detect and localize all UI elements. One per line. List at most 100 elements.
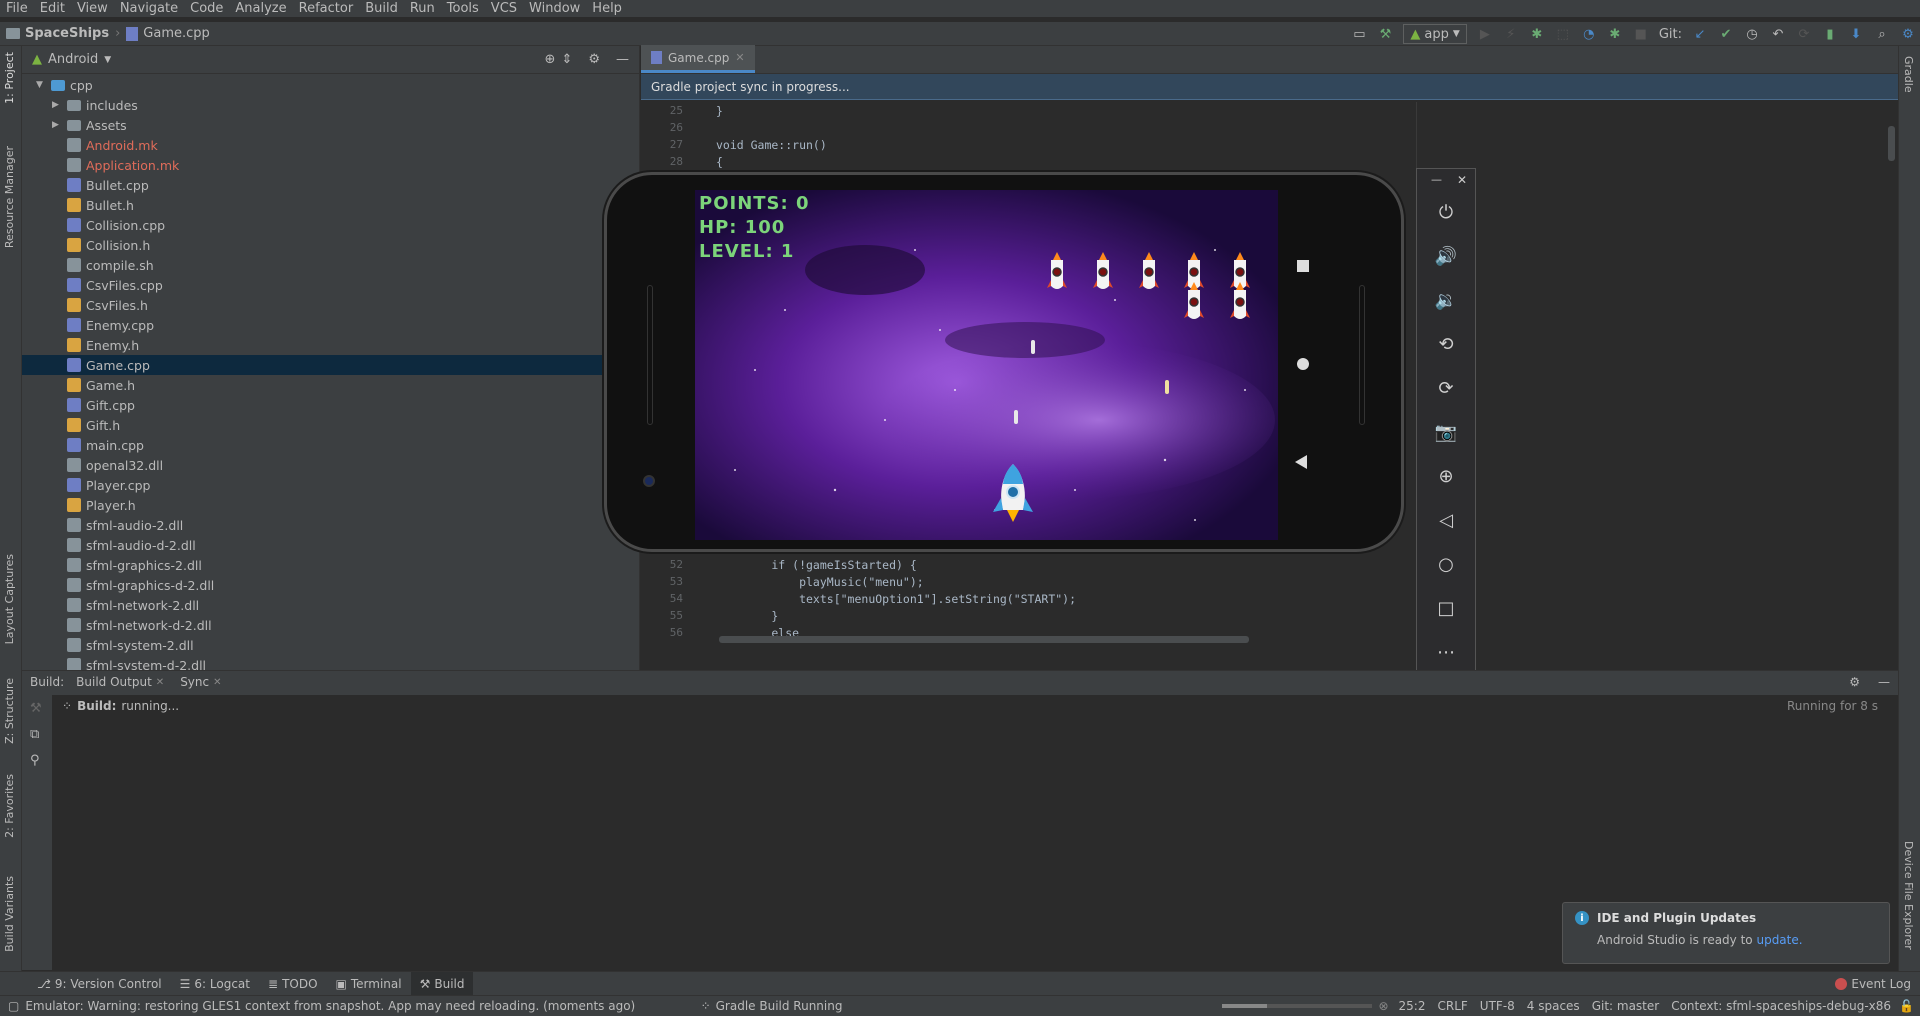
coverage-icon[interactable]: ✱ — [1607, 26, 1623, 42]
run-icon[interactable]: ▶ — [1477, 26, 1493, 42]
zoom-icon[interactable]: ⊕ — [1417, 461, 1475, 491]
bottom-tab-build[interactable]: ⚒ Build — [410, 971, 474, 996]
code-region-bottom[interactable]: 52 if (!gameIsStarted) {53 playMusic("me… — [641, 556, 1416, 668]
project-view-selector[interactable]: Android — [48, 52, 98, 67]
menu-edit[interactable]: Edit — [34, 0, 71, 17]
back-icon[interactable]: ◁ — [1417, 505, 1475, 535]
camera-icon[interactable]: 📷 — [1417, 417, 1475, 447]
tab-sync[interactable]: Sync ✕ — [176, 675, 225, 689]
tree-item[interactable]: ▼ cpp — [22, 75, 640, 95]
tree-item[interactable]: sfml-network-d-2.dll — [22, 615, 640, 635]
tab-layout-captures[interactable]: Layout Captures — [3, 554, 16, 644]
menu-help[interactable]: Help — [586, 0, 628, 17]
search-icon[interactable]: ⌕ — [1874, 26, 1890, 42]
locate-icon[interactable]: ⊕ — [545, 52, 556, 67]
tree-item[interactable]: Android.mk — [22, 135, 640, 155]
bottom-tab-todo[interactable]: ≣ TODO — [259, 972, 327, 996]
vertical-scrollbar[interactable] — [1888, 126, 1895, 161]
menu-analyze[interactable]: Analyze — [229, 0, 292, 17]
tree-item[interactable]: Application.mk — [22, 155, 640, 175]
tree-item[interactable]: Enemy.h — [22, 335, 640, 355]
cancel-progress-icon[interactable]: ⊗ — [1378, 999, 1388, 1013]
tree-item[interactable]: sfml-graphics-d-2.dll — [22, 575, 640, 595]
sdk-manager-icon[interactable]: ⬇ — [1848, 26, 1864, 42]
horizontal-scrollbar[interactable] — [719, 636, 1249, 643]
tree-item[interactable]: CsvFiles.h — [22, 295, 640, 315]
close-icon[interactable]: ✕ — [213, 677, 221, 688]
collapse-all-icon[interactable]: ⇕ — [561, 52, 572, 67]
tree-item[interactable]: Collision.cpp — [22, 215, 640, 235]
settings-icon[interactable]: ⚙ — [1900, 26, 1916, 42]
code-line[interactable]: } — [716, 609, 778, 623]
tree-item[interactable]: Bullet.cpp — [22, 175, 640, 195]
caret-position[interactable]: 25:2 — [1399, 999, 1426, 1013]
hammer-icon[interactable]: ⚒ — [30, 701, 42, 716]
tab-structure[interactable]: Z: Structure — [3, 678, 16, 744]
profile-icon[interactable]: ◔ — [1581, 26, 1597, 42]
tree-item[interactable]: sfml-audio-d-2.dll — [22, 535, 640, 555]
tree-item[interactable]: main.cpp — [22, 435, 640, 455]
tree-item[interactable]: Player.h — [22, 495, 640, 515]
more-icon[interactable]: ⋯ — [1417, 637, 1475, 667]
breadcrumb-file[interactable]: Game.cpp — [120, 26, 216, 41]
home-icon[interactable] — [1297, 358, 1309, 370]
code-line[interactable]: playMusic("menu"); — [716, 575, 924, 589]
gear-icon[interactable]: ⚙ — [1849, 675, 1860, 689]
tree-item[interactable]: sfml-audio-2.dll — [22, 515, 640, 535]
home-icon[interactable]: ○ — [1417, 549, 1475, 579]
tree-item[interactable]: ▶ Assets — [22, 115, 640, 135]
bottom-tab-9-version-control[interactable]: ⎇ 9: Version Control — [28, 972, 171, 996]
minimize-icon[interactable]: — — [1878, 675, 1890, 689]
overview-icon[interactable] — [1297, 260, 1309, 272]
minimize-icon[interactable]: — — [1431, 173, 1442, 186]
tree-item[interactable]: sfml-system-2.dll — [22, 635, 640, 655]
tree-item[interactable]: Bullet.h — [22, 195, 640, 215]
notification-update-link[interactable]: update. — [1756, 933, 1802, 947]
project-structure-icon[interactable]: ▭ — [1351, 26, 1367, 42]
apply-changes-icon[interactable]: ⚡ — [1503, 26, 1519, 42]
tree-item[interactable]: Gift.h — [22, 415, 640, 435]
git-rollback-icon[interactable]: ↶ — [1770, 26, 1786, 42]
tree-item[interactable]: CsvFiles.cpp — [22, 275, 640, 295]
chevron-down-icon[interactable]: ▼ — [104, 55, 111, 65]
git-history-icon[interactable]: ◷ — [1744, 26, 1760, 42]
tab-project[interactable]: 1: Project — [3, 52, 16, 104]
lock-icon[interactable]: 🔓 — [1899, 999, 1914, 1013]
status-window-icon[interactable]: ▢ — [8, 999, 19, 1013]
tab-device-file-explorer[interactable]: Device File Explorer — [1902, 841, 1915, 950]
gear-icon[interactable]: ⚙ — [588, 52, 600, 67]
line-separator[interactable]: CRLF — [1437, 999, 1467, 1013]
menu-run[interactable]: Run — [404, 0, 441, 17]
menu-code[interactable]: Code — [184, 0, 229, 17]
tree-item[interactable]: compile.sh — [22, 255, 640, 275]
run-configuration-select[interactable]: ▲ app ▼ — [1403, 24, 1467, 44]
volume-up-icon[interactable]: 🔊 — [1417, 241, 1475, 271]
tree-item[interactable]: Game.h — [22, 375, 640, 395]
bottom-tab-terminal[interactable]: ▣ Terminal — [327, 972, 411, 996]
make-project-icon[interactable]: ⚒ — [1377, 26, 1393, 42]
chevron-right-icon[interactable]: ▶ — [52, 100, 64, 110]
tree-item[interactable]: Enemy.cpp — [22, 315, 640, 335]
tab-resource-manager[interactable]: Resource Manager — [3, 146, 16, 248]
menu-view[interactable]: View — [71, 0, 114, 17]
menu-tools[interactable]: Tools — [441, 0, 485, 17]
tree-item[interactable]: Player.cpp — [22, 475, 640, 495]
menu-refactor[interactable]: Refactor — [293, 0, 360, 17]
game-screen[interactable]: POINTS: 0 HP: 100 LEVEL: 1 — [695, 190, 1278, 540]
notification-popup[interactable]: i IDE and Plugin Updates Android Studio … — [1562, 902, 1890, 964]
build-status-row[interactable]: ⁘ Build: running... — [62, 699, 179, 713]
git-commit-icon[interactable]: ✔ — [1718, 26, 1734, 42]
stop-icon[interactable]: ■ — [1633, 26, 1649, 42]
rotate-left-icon[interactable]: ⟲ — [1417, 329, 1475, 359]
code-line[interactable]: texts["menuOption1"].setString("START"); — [716, 592, 1076, 606]
menu-build[interactable]: Build — [359, 0, 404, 17]
tree-item[interactable]: sfml-graphics-2.dll — [22, 555, 640, 575]
gradle-sync-icon[interactable]: ⟳ — [1796, 26, 1812, 42]
tab-build-output[interactable]: Build Output ✕ — [72, 675, 168, 689]
toggle-view-icon[interactable]: ⧉ — [30, 727, 39, 742]
avd-manager-icon[interactable]: ▮ — [1822, 26, 1838, 42]
code-line[interactable]: void Game::run() — [716, 138, 827, 152]
git-update-icon[interactable]: ↙ — [1692, 26, 1708, 42]
menu-file[interactable]: File — [0, 0, 34, 17]
tree-item[interactable]: sfml-network-2.dll — [22, 595, 640, 615]
